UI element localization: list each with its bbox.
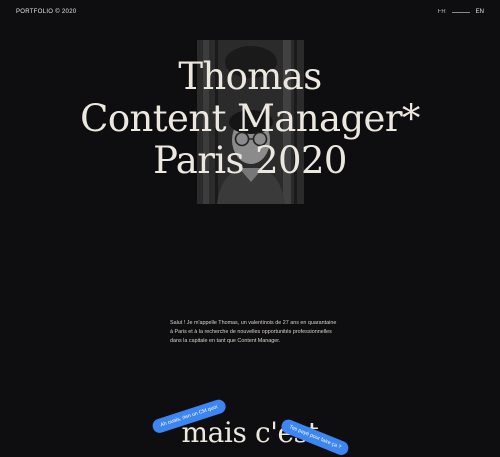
lang-fr-link[interactable]: FR [438, 9, 446, 15]
hero-title: Thomas Content Manager* Paris 2020 [0, 56, 500, 182]
brand-label[interactable]: PORTFOLIO © 2020 [16, 9, 76, 15]
hero-location: Paris 2020 [153, 139, 347, 182]
hero-role: Content Manager* [80, 97, 420, 140]
hero-name: Thomas [178, 55, 322, 98]
lang-en-link[interactable]: EN [476, 9, 484, 15]
language-switcher: FR EN [438, 9, 484, 15]
section-heading: mais c'est [181, 416, 319, 449]
top-bar: PORTFOLIO © 2020 FR EN [0, 0, 500, 24]
lang-divider [451, 11, 470, 13]
intro-paragraph: Salut ! Je m'appelle Thomas, un valentin… [170, 320, 337, 344]
